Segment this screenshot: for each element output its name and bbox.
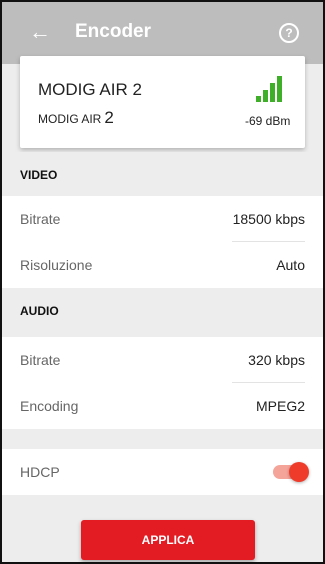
section-title-audio: AUDIO [20, 304, 59, 318]
setting-value: 320 kbps [248, 352, 305, 368]
device-card: MODIG AIR 2 MODIG AIR 2 -69 dBm [20, 56, 305, 148]
toggle-knob [289, 462, 309, 482]
setting-value: MPEG2 [255, 398, 305, 414]
device-subtitle-number: 2 [104, 108, 114, 127]
arrow-left-icon[interactable]: ← [28, 20, 52, 44]
setting-label: Risoluzione [20, 257, 93, 273]
setting-label: Bitrate [20, 352, 61, 368]
device-subtitle-prefix: MODIG AIR [38, 112, 102, 126]
app-screen: ← Encoder ? MODIG AIR 2 MODIG AIR 2 -69 d… [0, 0, 325, 564]
setting-label: HDCP [20, 464, 60, 480]
page-title: Encoder [75, 21, 152, 42]
device-subtitle: MODIG AIR 2 [38, 108, 114, 128]
section-header-video: VIDEO [2, 152, 323, 196]
setting-value: 18500 kbps [232, 211, 305, 227]
signal-strength-icon [256, 76, 282, 102]
setting-value: Auto [276, 257, 305, 273]
device-name: MODIG AIR 2 [38, 80, 142, 99]
setting-label: Encoding [20, 398, 79, 414]
setting-row-audio-bitrate[interactable]: Bitrate 320 kbps [2, 337, 323, 383]
hdcp-toggle[interactable] [273, 462, 309, 482]
apply-button[interactable]: APPLICA [81, 520, 255, 560]
app-bar: ← Encoder ? [2, 2, 323, 64]
setting-row-video-resolution[interactable]: Risoluzione Auto [2, 242, 323, 288]
help-circle-icon[interactable]: ? [279, 23, 299, 43]
section-title-video: VIDEO [20, 168, 58, 182]
setting-label: Bitrate [20, 211, 61, 227]
setting-row-hdcp: HDCP [2, 449, 323, 495]
rssi-value: -69 dBm [245, 114, 291, 128]
setting-row-audio-encoding[interactable]: Encoding MPEG2 [2, 383, 323, 429]
setting-row-video-bitrate[interactable]: Bitrate 18500 kbps [2, 196, 323, 242]
section-header-audio: AUDIO [2, 288, 323, 332]
